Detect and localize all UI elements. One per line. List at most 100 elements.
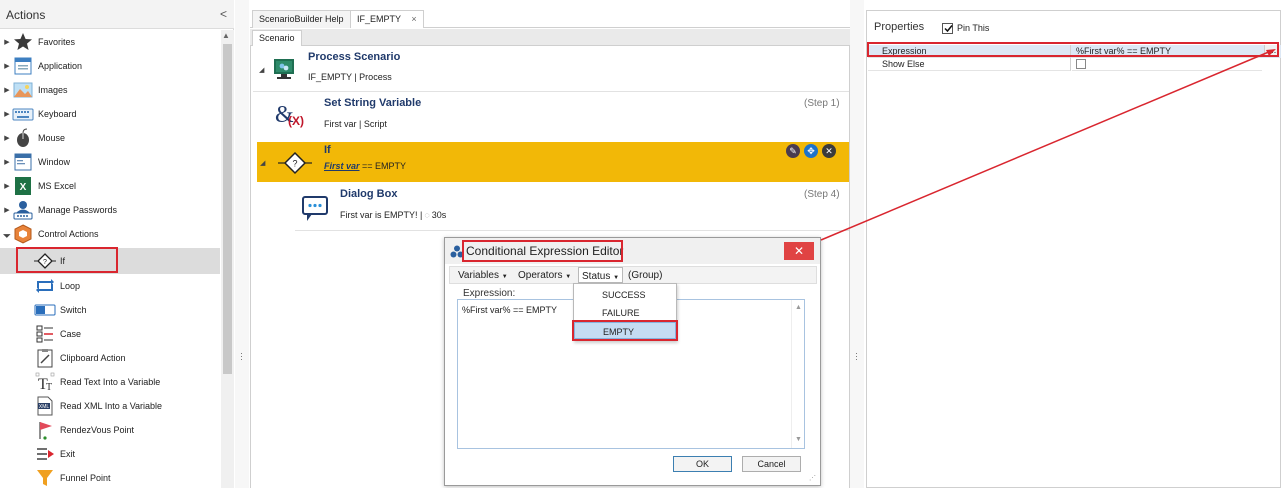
menu-group[interactable]: (Group) — [628, 270, 662, 281]
actions-scrollbar-thumb[interactable] — [223, 44, 232, 374]
scroll-up-icon[interactable]: ▲ — [795, 304, 802, 311]
dropdown-arrow-icon: ▼ — [613, 275, 620, 281]
step-title-set-string-variable[interactable]: Set String Variable — [324, 97, 421, 109]
delete-step-icon[interactable]: ✕ — [822, 144, 836, 158]
tree-item-manage-passwords[interactable]: ▶ Manage Passwords — [0, 198, 220, 222]
mouse-icon — [12, 127, 34, 149]
expand-arrow-icon[interactable]: ▶ — [2, 158, 12, 166]
switch-icon — [34, 299, 56, 321]
tree-item-control-actions[interactable]: ◢ Control Actions — [0, 222, 220, 246]
tree-item-mouse[interactable]: ▶ Mouse — [0, 126, 220, 150]
if-variable-link[interactable]: First var — [324, 161, 360, 171]
tree-item-label: Images — [38, 85, 68, 95]
tree-item-funnel-point[interactable]: Funnel Point — [0, 466, 220, 488]
pin-this-label: Pin This — [957, 23, 990, 33]
move-step-icon[interactable]: ✥ — [804, 144, 818, 158]
dialog-box-icon — [301, 194, 329, 224]
read-text-icon: TT — [34, 371, 56, 393]
collapse-arrow-icon[interactable]: ◢ — [259, 66, 264, 74]
tab-label: ScenarioBuilder Help — [259, 14, 344, 24]
tree-item-if[interactable]: ? If — [0, 248, 220, 274]
svg-text:X: X — [20, 182, 27, 193]
tree-item-keyboard[interactable]: ▶ Keyboard — [0, 102, 220, 126]
tab-scenariobuilder-help[interactable]: ScenarioBuilder Help — [252, 10, 351, 28]
pin-this-checkbox[interactable] — [942, 23, 953, 34]
resize-grip-icon[interactable]: ⋰ — [809, 474, 816, 482]
expression-text: %First var% == EMPTY — [462, 305, 558, 315]
expand-arrow-icon[interactable]: ▶ — [2, 206, 12, 214]
step-title-if[interactable]: If — [324, 144, 331, 156]
expression-ellipsis-button[interactable]: ... — [1264, 45, 1280, 57]
dialog-close-button[interactable]: ✕ — [784, 242, 814, 260]
tree-item-read-text[interactable]: TT Read Text Into a Variable — [0, 370, 220, 394]
tree-item-label: Mouse — [38, 133, 66, 143]
collapse-arrow-icon[interactable]: ◢ — [260, 159, 265, 167]
cancel-button[interactable]: Cancel — [742, 456, 801, 472]
dialog-titlebar[interactable]: Conditional Expression Editor ✕ — [445, 238, 820, 264]
splitter-left[interactable]: · · · — [235, 0, 249, 488]
scroll-down-icon[interactable]: ▼ — [795, 436, 802, 443]
expand-arrow-icon[interactable]: ▶ — [2, 134, 12, 142]
textarea-scrollbar[interactable]: ▲ ▼ — [791, 300, 804, 448]
step-if-selected[interactable]: ◢ ? If First var == EMPTY ✎ ✥ ✕ — [257, 142, 849, 182]
expand-arrow-icon[interactable]: ▶ — [2, 110, 12, 118]
menu-variables[interactable]: Variables ▼ — [458, 270, 508, 281]
show-else-checkbox[interactable] — [1076, 59, 1086, 69]
status-option-empty[interactable]: EMPTY — [574, 322, 676, 339]
property-value-expression[interactable]: %First var% == EMPTY — [1072, 45, 1262, 58]
tree-item-application[interactable]: ▶ Application — [0, 54, 220, 78]
expand-arrow-icon[interactable]: ▶ — [2, 182, 12, 190]
splitter-grip-icon: · · · — [855, 348, 858, 364]
loop-icon — [34, 275, 56, 297]
tree-item-loop[interactable]: Loop — [0, 274, 220, 298]
dropdown-arrow-icon: ▼ — [565, 274, 572, 280]
property-row-expression[interactable]: Expression %First var% == EMPTY ... — [868, 45, 1281, 58]
splitter-right[interactable]: · · · — [850, 0, 864, 488]
tree-item-label: Application — [38, 61, 83, 71]
actions-header: Actions < — [0, 0, 234, 29]
svg-text:T: T — [46, 382, 52, 392]
tree-item-exit[interactable]: Exit — [0, 442, 220, 466]
tree-item-window[interactable]: ▶ Window — [0, 150, 220, 174]
ok-button[interactable]: OK — [673, 456, 732, 472]
tree-item-switch[interactable]: Switch — [0, 298, 220, 322]
tree-item-label: Manage Passwords — [38, 205, 118, 215]
expand-arrow-icon[interactable]: ▶ — [2, 62, 12, 70]
tree-item-case[interactable]: Case — [0, 322, 220, 346]
menu-status[interactable]: Status ▼ — [578, 267, 624, 283]
tree-item-label: Clipboard Action — [60, 353, 126, 363]
menu-operators[interactable]: Operators ▼ — [518, 270, 571, 281]
status-option-success[interactable]: SUCCESS — [574, 286, 676, 303]
read-xml-icon: XML — [34, 395, 56, 417]
property-row-show-else[interactable]: Show Else — [868, 58, 1281, 71]
timer-icon: ◌ — [424, 210, 430, 220]
tree-item-label: Funnel Point — [60, 473, 111, 483]
edit-step-icon[interactable]: ✎ — [786, 144, 800, 158]
svg-text:?: ? — [43, 259, 47, 266]
clipboard-icon — [34, 347, 56, 369]
expand-arrow-icon[interactable]: ▶ — [2, 86, 12, 94]
tree-item-read-xml[interactable]: XML Read XML Into a Variable — [0, 394, 220, 418]
tree-item-ms-excel[interactable]: ▶ X MS Excel — [0, 174, 220, 198]
tab-label: IF_EMPTY — [357, 14, 401, 24]
tree-item-images[interactable]: ▶ Images — [0, 78, 220, 102]
tree-item-favorites[interactable]: ▶ Favorites — [0, 30, 220, 54]
images-icon — [12, 79, 34, 101]
step-title-dialog-box[interactable]: Dialog Box — [340, 188, 397, 200]
tree-item-label: Loop — [60, 281, 81, 291]
status-option-failure[interactable]: FAILURE — [574, 304, 676, 321]
tree-item-rendezvous[interactable]: RendezVous Point — [0, 418, 220, 442]
window-icon — [12, 151, 34, 173]
tab-if-empty[interactable]: IF_EMPTY × — [350, 10, 424, 28]
set-string-variable-icon: & (X) — [275, 100, 304, 128]
checkmark-icon — [944, 25, 953, 33]
properties-header: Properties Pin This — [867, 11, 1281, 41]
collapse-panel-button[interactable]: < — [220, 7, 227, 21]
step-title-process-scenario[interactable]: Process Scenario — [308, 51, 400, 63]
tree-item-clipboard-action[interactable]: Clipboard Action — [0, 346, 220, 370]
tab-close-icon[interactable]: × — [411, 14, 416, 24]
tab-scenario[interactable]: Scenario — [252, 30, 302, 46]
app-logo-icon — [450, 245, 464, 258]
expand-arrow-icon[interactable]: ▶ — [2, 38, 12, 46]
scroll-up-icon[interactable]: ▲ — [222, 31, 230, 40]
